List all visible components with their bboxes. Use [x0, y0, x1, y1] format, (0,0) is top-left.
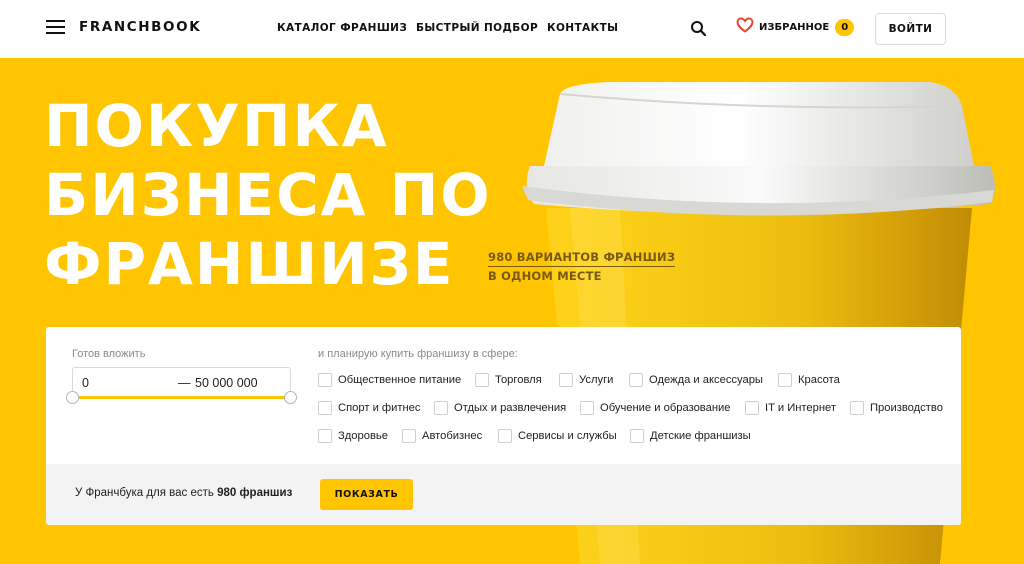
invest-label: Готов вложить — [72, 348, 146, 360]
logo[interactable]: FRANCHBOOK — [79, 19, 201, 35]
checkbox[interactable] — [318, 373, 332, 387]
checkbox[interactable] — [745, 401, 759, 415]
hero-subtitle: 980 ВАРИАНТОВ ФРАНШИЗ В ОДНОМ МЕСТЕ — [488, 248, 676, 285]
checkbox[interactable] — [318, 401, 332, 415]
category-checkbox[interactable]: Красота — [778, 372, 840, 388]
category-label: Детские франшизы — [650, 430, 751, 442]
range-max-handle[interactable] — [284, 391, 297, 404]
range-slider-track[interactable] — [72, 396, 291, 399]
checkbox[interactable] — [559, 373, 573, 387]
category-label: Здоровье — [338, 430, 388, 442]
category-checkbox[interactable]: Отдых и развлечения — [434, 400, 566, 416]
nav-quick-selection-link[interactable]: БЫСТРЫЙ ПОДБОР — [416, 22, 538, 34]
range-from-value[interactable]: 0 — [82, 376, 89, 390]
show-button[interactable]: ПОКАЗАТЬ — [320, 479, 413, 510]
category-label: IT и Интернет — [765, 402, 837, 414]
checkbox[interactable] — [318, 429, 332, 443]
range-min-handle[interactable] — [66, 391, 79, 404]
category-label: Торговля — [495, 374, 542, 386]
nav-contacts-link[interactable]: КОНТАКТЫ — [547, 22, 618, 34]
menu-icon[interactable] — [46, 20, 65, 34]
category-checkbox[interactable]: Торговля — [475, 372, 542, 388]
category-checkbox[interactable]: Здоровье — [318, 428, 388, 444]
range-separator: — — [178, 376, 191, 390]
filter-footer: У Франчбука для вас есть 980 франшиз ПОК… — [46, 464, 961, 525]
franchise-count-link[interactable]: 980 ВАРИАНТОВ ФРАНШИЗ — [488, 248, 676, 267]
login-button[interactable]: ВОЙТИ — [875, 13, 946, 45]
checkbox[interactable] — [850, 401, 864, 415]
category-label: Отдых и развлечения — [454, 402, 567, 414]
hero-title: ПОКУПКА БИЗНЕСА ПО ФРАНШИЗЕ — [44, 92, 492, 299]
favorites-count-badge: 0 — [835, 18, 855, 36]
category-label: Красота — [798, 374, 840, 386]
top-header: FRANCHBOOK КАТАЛОГ ФРАНШИЗ БЫСТРЫЙ ПОДБО… — [0, 0, 1024, 58]
category-checkbox[interactable]: Автобизнес — [402, 428, 482, 444]
checkbox[interactable] — [475, 373, 489, 387]
checkbox[interactable] — [434, 401, 448, 415]
category-label: Автобизнес — [422, 430, 483, 442]
franchise-filter-panel: Готов вложить 0 — 50 000 000 и планирую … — [46, 327, 961, 525]
hero-title-line: БИЗНЕСА ПО — [44, 161, 492, 229]
category-checkbox[interactable]: Производство — [850, 400, 943, 416]
hero-subtitle-line2: В ОДНОМ МЕСТЕ — [488, 269, 602, 283]
checkbox[interactable] — [580, 401, 594, 415]
category-checkbox[interactable]: Сервисы и службы — [498, 428, 617, 444]
hero-title-line: ПОКУПКА — [44, 92, 389, 160]
checkbox[interactable] — [630, 429, 644, 443]
checkbox[interactable] — [778, 373, 792, 387]
investment-range-input[interactable]: 0 — 50 000 000 — [72, 367, 291, 397]
heart-icon — [736, 16, 754, 38]
favorites-label: ИЗБРАННОЕ — [759, 21, 830, 33]
range-to-value[interactable]: 50 000 000 — [195, 376, 258, 390]
category-checkbox[interactable]: Услуги — [559, 372, 613, 388]
sphere-label: и планирую купить франшизу в сфере: — [318, 348, 518, 360]
found-text: У Франчбука для вас есть — [75, 487, 214, 499]
category-label: Производство — [870, 402, 943, 414]
search-icon[interactable] — [690, 20, 708, 38]
found-count: 980 франшиз — [217, 487, 293, 499]
category-label: Обучение и образование — [600, 402, 731, 414]
category-label: Услуги — [579, 374, 614, 386]
found-count-text: У Франчбука для вас есть 980 франшиз — [75, 487, 292, 499]
hero-title-line: ФРАНШИЗЕ — [44, 230, 455, 298]
category-checkbox[interactable]: Одежда и аксессуары — [629, 372, 763, 388]
checkbox[interactable] — [402, 429, 416, 443]
category-checkbox[interactable]: Детские франшизы — [630, 428, 751, 444]
category-checkbox[interactable]: Спорт и фитнес — [318, 400, 421, 416]
category-checkbox[interactable]: Обучение и образование — [580, 400, 731, 416]
checkbox[interactable] — [629, 373, 643, 387]
nav-catalog-link[interactable]: КАТАЛОГ ФРАНШИЗ — [277, 22, 407, 34]
category-checkbox[interactable]: Общественное питание — [318, 372, 461, 388]
category-label: Спорт и фитнес — [338, 402, 421, 414]
checkbox[interactable] — [498, 429, 512, 443]
favorites-link[interactable]: ИЗБРАННОЕ 0 — [736, 16, 855, 38]
category-label: Общественное питание — [338, 374, 462, 386]
category-label: Одежда и аксессуары — [649, 374, 763, 386]
category-checkbox[interactable]: IT и Интернет — [745, 400, 836, 416]
category-label: Сервисы и службы — [518, 430, 617, 442]
